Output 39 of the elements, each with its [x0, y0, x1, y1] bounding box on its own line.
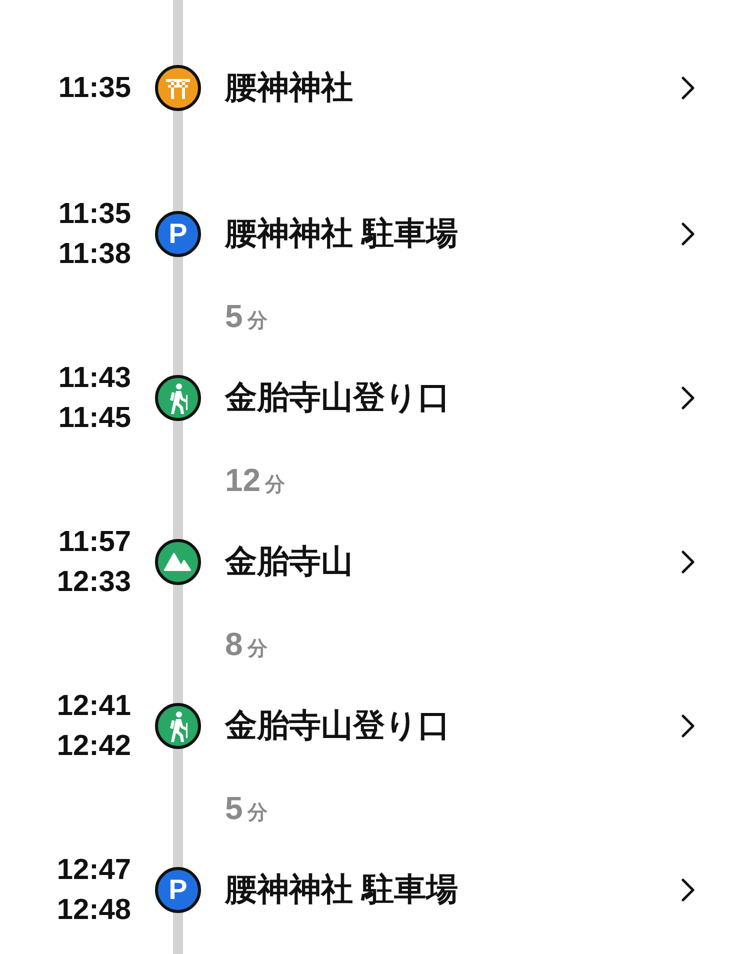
stop-time: 12:48 [56, 893, 131, 928]
stop-name: 金胎寺山登り口 [225, 378, 451, 417]
walk-duration: 8 分 [225, 626, 268, 662]
stop-time: 11:38 [58, 237, 131, 272]
hiker-icon [155, 703, 201, 749]
chevron-icon[interactable] [680, 549, 696, 575]
parking-icon: P [155, 211, 201, 257]
chevron-icon[interactable] [680, 75, 696, 101]
stop-time: 12:41 [56, 689, 131, 724]
stop-row[interactable]: 11:35 腰神神社 [0, 38, 750, 138]
stop-row[interactable]: 12:47 12:48 P 腰神神社 駐車場 [0, 840, 750, 940]
chevron-icon[interactable] [680, 221, 696, 247]
stop-time: 12:47 [56, 853, 131, 888]
stop-time: 11:43 [58, 361, 131, 396]
stop-time: 11:45 [58, 401, 131, 436]
stop-row[interactable]: 11:43 11:45 金胎寺山登り口 [0, 348, 750, 448]
walk-duration: 5 分 [225, 298, 268, 334]
hiker-icon [155, 375, 201, 421]
stop-time: 12:42 [56, 729, 131, 764]
stop-time: 12:33 [56, 565, 131, 600]
stop-name: 金胎寺山 [225, 542, 354, 581]
torii-icon [155, 65, 201, 111]
stop-time: 11:35 [58, 71, 131, 106]
stop-row[interactable]: 11:57 12:33 金胎寺山 [0, 512, 750, 612]
parking-icon: P [155, 867, 201, 913]
stop-time: 11:35 [58, 197, 131, 232]
stop-name: 腰神神社 [225, 68, 354, 107]
chevron-icon[interactable] [680, 385, 696, 411]
stop-row[interactable]: 12:41 12:42 金胎寺山登り口 [0, 676, 750, 776]
stop-row[interactable]: 11:35 11:38 P 腰神神社 駐車場 [0, 184, 750, 284]
stop-name: 腰神神社 駐車場 [225, 870, 459, 909]
stop-name: 腰神神社 駐車場 [225, 214, 459, 253]
mountain-icon [155, 539, 201, 585]
chevron-icon[interactable] [680, 877, 696, 903]
walk-duration: 5 分 [225, 790, 268, 826]
stop-name: 金胎寺山登り口 [225, 706, 451, 745]
chevron-icon[interactable] [680, 713, 696, 739]
stop-time: 11:57 [58, 525, 131, 560]
walk-duration: 12 分 [225, 462, 286, 498]
